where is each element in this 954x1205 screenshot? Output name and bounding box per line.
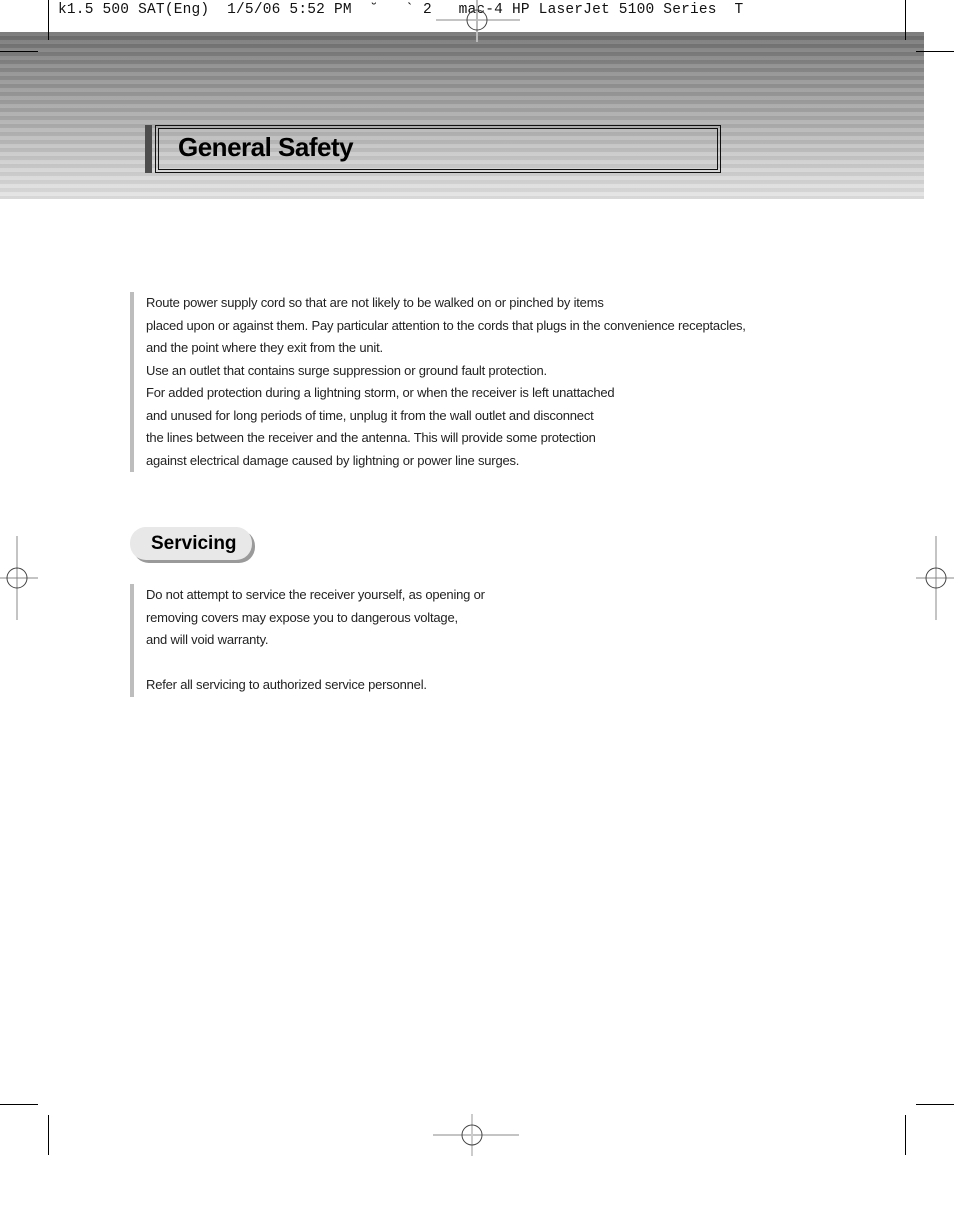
registration-mark-icon — [0, 536, 38, 620]
servicing-heading: Servicing — [130, 527, 252, 560]
crop-mark — [905, 0, 906, 40]
text-line: and will void warranty. — [146, 632, 269, 647]
text-line: against electrical damage caused by ligh… — [146, 452, 520, 468]
servicing-paragraph: Do not attempt to service the receiver y… — [130, 584, 485, 697]
crop-mark — [916, 1104, 954, 1105]
text-line: and the point where they exit from the u… — [146, 340, 383, 355]
section-heading: Servicing — [151, 533, 237, 554]
crop-mark — [48, 0, 49, 40]
crop-mark — [0, 1104, 38, 1105]
title-frame: General Safety — [155, 125, 721, 173]
registration-mark-icon — [436, 0, 520, 42]
crop-mark — [48, 1115, 49, 1155]
text-line: and unused for long periods of time, unp… — [146, 407, 594, 423]
servicing-note: Refer all servicing to authorized servic… — [146, 677, 427, 692]
page-title: General Safety — [178, 132, 354, 162]
text-line: the lines between the receiver and the a… — [146, 430, 596, 445]
header-band — [0, 32, 924, 199]
text-line: For added protection during a lightning … — [146, 385, 615, 400]
safety-paragraph: Route power supply cord so that are not … — [130, 292, 746, 472]
title-accent-bar — [145, 125, 152, 173]
registration-mark-icon — [916, 536, 954, 620]
text-line: removing covers may expose you to danger… — [146, 609, 458, 625]
crop-mark — [0, 51, 38, 52]
print-slug-line: k1.5 500 SAT(Eng) 1/5/06 5:52 PM ˘ ` 2 m… — [58, 2, 744, 18]
text-line: placed upon or against them. Pay particu… — [146, 317, 746, 333]
crop-mark — [905, 1115, 906, 1155]
registration-mark-icon — [433, 1114, 519, 1156]
crop-mark — [916, 51, 954, 52]
text-line: Use an outlet that contains surge suppre… — [146, 362, 547, 378]
text-line: Do not attempt to service the receiver y… — [146, 587, 485, 602]
text-line: Route power supply cord so that are not … — [146, 295, 604, 310]
